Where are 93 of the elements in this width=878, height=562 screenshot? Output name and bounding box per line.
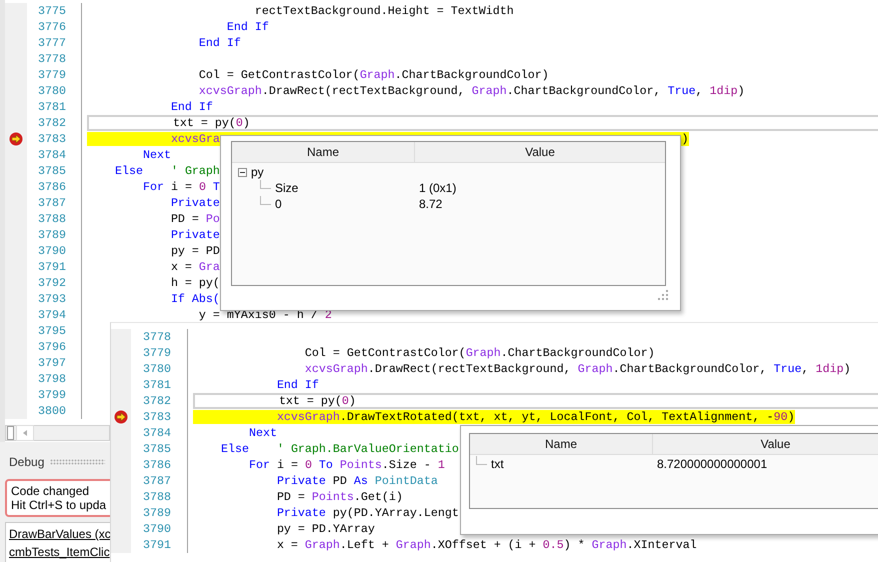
variable-name: txt [491, 457, 504, 471]
code-line: Private [170, 228, 220, 242]
line-number: 3789 [142, 505, 172, 521]
code-line: Else ' Graph.BarValueOrientatio [220, 442, 459, 456]
code-line: rectTextBackground.Height = TextWidth [254, 4, 514, 18]
notice-text: Code changed [11, 484, 90, 498]
line-number: 3783 [142, 409, 172, 425]
line-number: 3775 [37, 3, 67, 19]
code-line: xcvsGraph.DrawRect(rectTextBackground, Graph.ChartBackgroundColor, True, 1dip) [198, 84, 745, 98]
line-number: 3788 [142, 489, 172, 505]
code-line: Next [142, 148, 171, 162]
call-stack-link[interactable]: cmbTests_ItemClic [9, 545, 110, 559]
variable-name: 0 [275, 197, 282, 211]
resize-grip-icon[interactable] [658, 290, 668, 300]
line-number: 3783 [37, 131, 67, 147]
line-number: 3779 [142, 345, 172, 361]
code-line: Next [248, 426, 277, 440]
code-line: py = PD [170, 244, 220, 258]
scroll-thumb[interactable] [7, 426, 14, 440]
line-number: 3782 [142, 393, 172, 409]
column-header[interactable]: Name [470, 434, 653, 454]
line-number: 3793 [37, 291, 67, 307]
code-line: xcvsGraph.DrawRect(rectTextBackground, Graph.ChartBackgroundColor, True, 1dip) [304, 362, 851, 376]
line-number: 3778 [142, 329, 172, 345]
code-line: Else ' Graph [114, 164, 220, 178]
line-number: 3794 [37, 307, 67, 323]
code-line: py = PD.YArray [276, 522, 375, 536]
code-line: x = Graph.Left + Graph.XOffset + (i + 0.5) * Graph.XInterval [276, 538, 697, 552]
variable-name: Size [275, 181, 298, 195]
variable-name: py [251, 165, 264, 179]
line-number: 3789 [37, 227, 67, 243]
line-number: 3797 [37, 355, 67, 371]
line-number: 3790 [142, 521, 172, 537]
code-line: Col = GetContrastColor(Graph.ChartBackgroundColor) [198, 68, 549, 82]
code-line: Col = GetContrastColor(Graph.ChartBackgroundColor) [304, 346, 655, 360]
line-number: 3785 [37, 163, 67, 179]
line-number: 3787 [142, 473, 172, 489]
line-number: 3786 [37, 179, 67, 195]
code-line: x = Gra [170, 260, 220, 274]
line-number: 3795 [37, 323, 67, 339]
code-line: Private py(PD.YArray.Lengt [276, 506, 459, 520]
code-line: End If [226, 20, 269, 34]
code-line: txt = py(0) [172, 116, 250, 130]
line-number: 3790 [37, 243, 67, 259]
line-number: 3799 [37, 387, 67, 403]
line-number: 3788 [37, 211, 67, 227]
line-number: 3776 [37, 19, 67, 35]
code-line: txt = py(0) [278, 394, 356, 408]
code-line: Private [170, 196, 220, 210]
line-number: 3787 [37, 195, 67, 211]
code-line: PD = Po [170, 212, 220, 226]
drag-grip[interactable] [50, 459, 105, 465]
line-number: 3796 [37, 339, 67, 355]
code-line: PD = Points.Get(i) [276, 490, 403, 504]
code-line: End If [198, 36, 241, 50]
tree-line [260, 196, 271, 204]
panel-title: Debug [9, 455, 44, 469]
line-number: 3800 [37, 403, 67, 419]
variable-value: 8.72 [418, 197, 442, 211]
scrollbar[interactable] [5, 425, 110, 441]
code-line: For i = 0 To Points.Size - 1 [248, 458, 445, 472]
line-number: 3777 [37, 35, 67, 51]
breakpoint-margin[interactable] [111, 409, 131, 425]
code-line: End If [276, 378, 319, 392]
code-line: End If [170, 100, 213, 114]
line-number: 3781 [142, 377, 172, 393]
line-number: 3780 [142, 361, 172, 377]
line-number: 3791 [142, 537, 172, 553]
line-number: 3782 [37, 115, 67, 131]
collapse-icon[interactable] [238, 168, 247, 176]
code-line: If Abs( [170, 292, 220, 306]
line-number: 3780 [37, 83, 67, 99]
column-header[interactable]: Name [232, 142, 415, 162]
column-header[interactable]: Value [653, 434, 878, 454]
line-number: 3791 [37, 259, 67, 275]
line-number: 3786 [142, 457, 172, 473]
tree-line [260, 180, 271, 188]
code-line: h = py( [170, 276, 220, 290]
line-number: 3781 [37, 99, 67, 115]
code-line: Private PD As PointData [276, 474, 438, 488]
tree-line [476, 456, 487, 464]
code-line: For i = 0 T [142, 180, 220, 194]
variable-value: 8.720000000000001 [656, 457, 768, 471]
line-number: 3779 [37, 67, 67, 83]
variable-value: 1 (0x1) [418, 181, 456, 195]
line-number: 3778 [37, 51, 67, 67]
line-number: 3785 [142, 441, 172, 457]
line-number: 3784 [142, 425, 172, 441]
scroll-left-icon[interactable] [16, 425, 34, 441]
line-number: 3784 [37, 147, 67, 163]
line-number: 3792 [37, 275, 67, 291]
line-number: 3798 [37, 371, 67, 387]
notice-text: Hit Ctrl+S to upda [11, 498, 108, 512]
